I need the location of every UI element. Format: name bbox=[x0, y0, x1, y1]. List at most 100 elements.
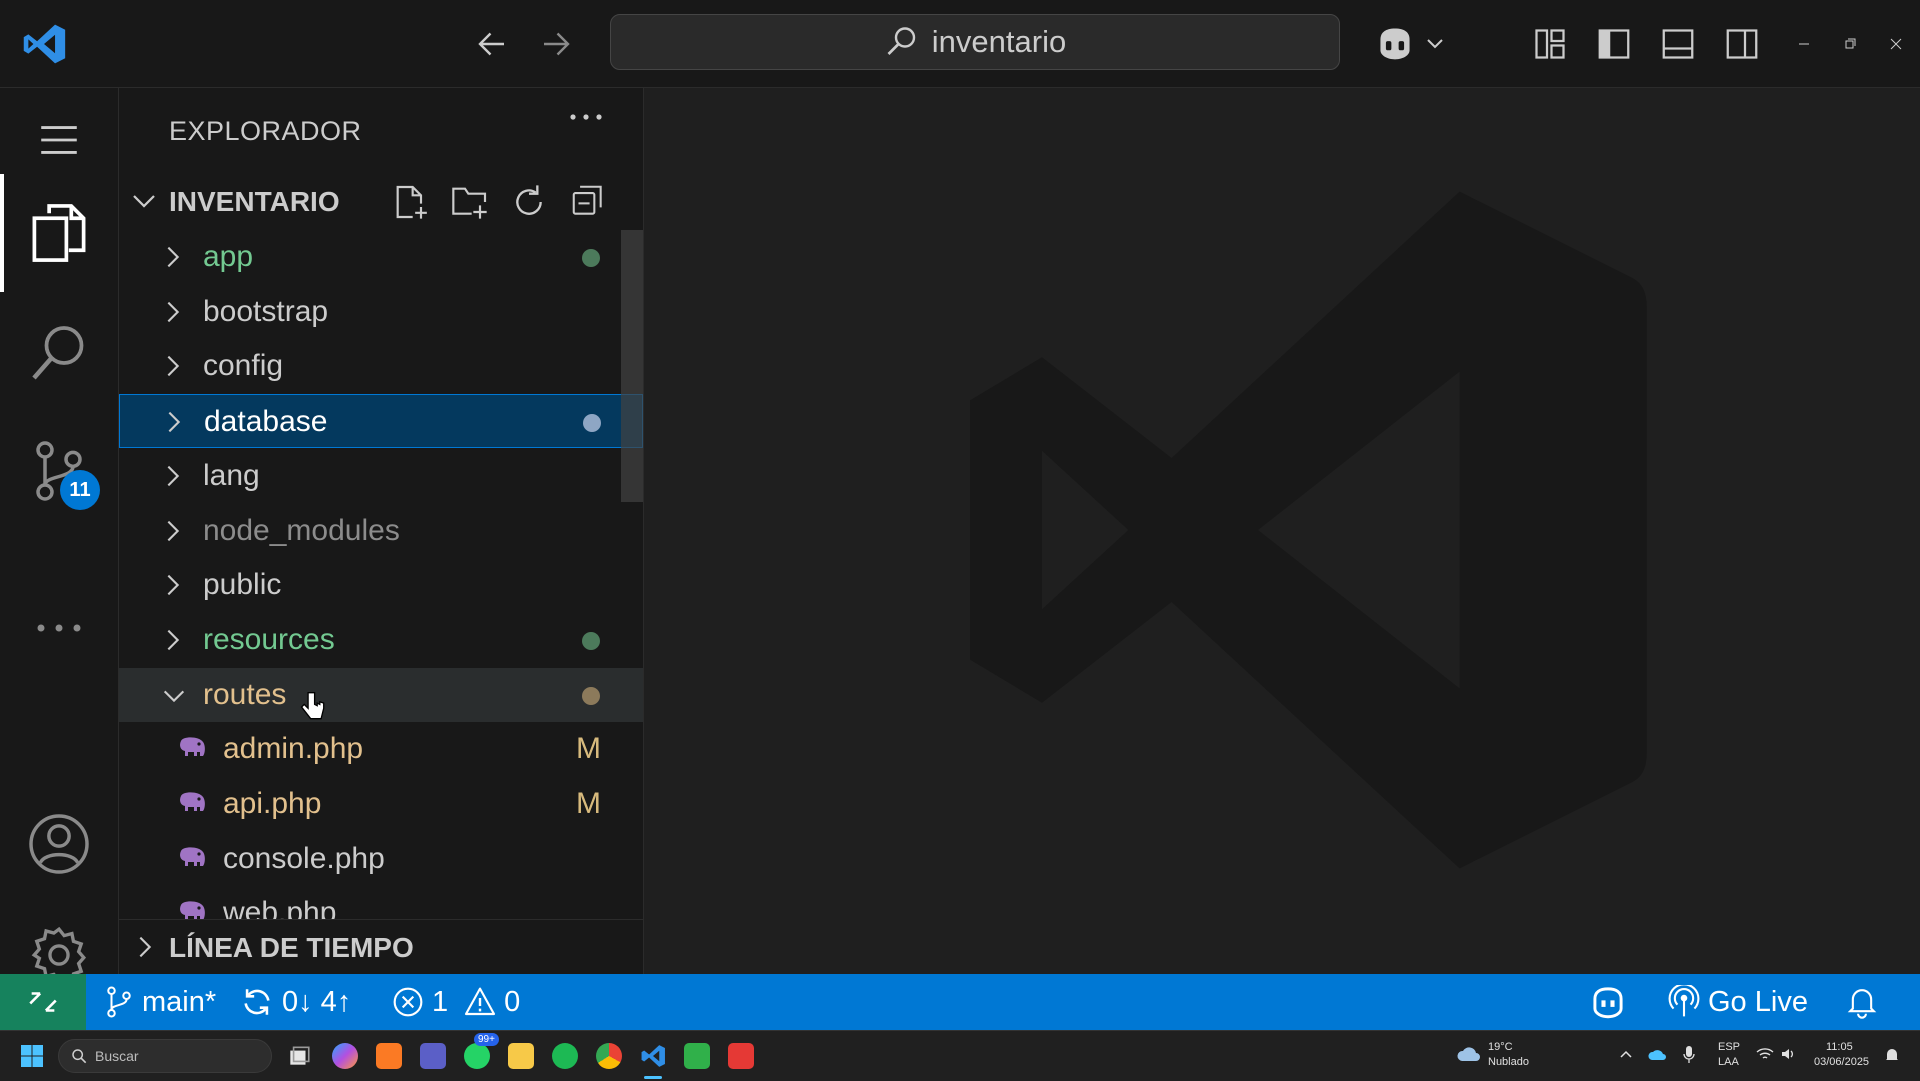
chevron-down-icon[interactable] bbox=[1420, 28, 1450, 58]
weather-desc: Nublado bbox=[1488, 1056, 1529, 1068]
tree-folder-item[interactable]: config bbox=[119, 339, 643, 393]
clock-date[interactable]: 03/06/2025 bbox=[1814, 1056, 1869, 1069]
chevron-right-icon bbox=[159, 516, 187, 546]
sync-status[interactable]: 0↓ 4↑ bbox=[240, 974, 351, 1030]
sync-icon bbox=[240, 985, 274, 1019]
tree-scrollbar[interactable] bbox=[621, 230, 643, 502]
weather-temp: 19°C bbox=[1488, 1041, 1513, 1053]
tree-folder-item[interactable]: public bbox=[119, 558, 643, 612]
tree-folder-item[interactable]: bootstrap bbox=[119, 285, 643, 339]
tree-file-item[interactable]: api.php M bbox=[119, 777, 643, 831]
vscode-app-icon[interactable] bbox=[640, 1043, 666, 1069]
close-icon[interactable] bbox=[1882, 30, 1910, 58]
problems-status[interactable]: 1 0 bbox=[392, 974, 520, 1030]
volume-icon[interactable] bbox=[1780, 1046, 1796, 1062]
customize-layout-icon[interactable] bbox=[1528, 22, 1572, 66]
minimize-icon[interactable] bbox=[1790, 30, 1818, 58]
new-file-icon[interactable] bbox=[391, 182, 431, 222]
chevron-right-icon bbox=[159, 242, 187, 272]
go-live-button[interactable]: Go Live bbox=[1668, 974, 1808, 1030]
new-folder-icon[interactable] bbox=[449, 182, 491, 222]
tree-folder-item[interactable]: lang bbox=[119, 449, 643, 503]
php-file-icon bbox=[177, 789, 209, 817]
task-view-icon[interactable] bbox=[286, 1043, 312, 1069]
workspace-title: INVENTARIO bbox=[169, 186, 340, 217]
tree-file-item[interactable]: console.php bbox=[119, 832, 643, 886]
keyboard-lang-bottom[interactable]: LAA bbox=[1718, 1056, 1739, 1069]
wifi-icon[interactable] bbox=[1756, 1046, 1774, 1062]
tree-folder-item[interactable]: database bbox=[119, 394, 643, 449]
explorer-sidebar: EXPLORADOR INVENTARIO app bootstrap config… bbox=[119, 88, 644, 974]
tree-folder-item[interactable]: resources bbox=[119, 613, 643, 667]
collapse-all-icon[interactable] bbox=[569, 182, 607, 220]
tree-item-label: lang bbox=[203, 458, 260, 492]
explorer-title: EXPLORADOR bbox=[169, 116, 362, 146]
toggle-secondary-sidebar-icon[interactable] bbox=[1720, 22, 1764, 66]
copilot-app-icon[interactable] bbox=[332, 1043, 358, 1069]
taskbar-search[interactable]: Buscar bbox=[58, 1039, 272, 1073]
clock-time[interactable]: 11:05 bbox=[1826, 1041, 1853, 1054]
tree-item-label: admin.php bbox=[223, 732, 364, 766]
chevron-up-icon[interactable] bbox=[1618, 1047, 1634, 1063]
restore-icon[interactable] bbox=[1836, 30, 1864, 58]
php-file-icon bbox=[177, 898, 209, 920]
forward-arrow-icon[interactable] bbox=[534, 22, 578, 66]
refresh-icon[interactable] bbox=[509, 182, 549, 222]
windows-start-icon[interactable] bbox=[20, 1044, 44, 1068]
hand-cursor-icon bbox=[299, 690, 325, 724]
onedrive-icon[interactable] bbox=[1648, 1047, 1668, 1063]
tree-file-item[interactable]: admin.php M bbox=[119, 722, 643, 776]
notification-center-icon[interactable] bbox=[1884, 1047, 1900, 1063]
branch-status[interactable]: main* bbox=[104, 974, 216, 1030]
modified-indicator-dot bbox=[582, 249, 600, 267]
php-file-icon bbox=[177, 734, 209, 762]
explorer-files-icon[interactable] bbox=[0, 180, 118, 286]
weather-icon[interactable] bbox=[1456, 1043, 1482, 1065]
whatsapp-badge: 99+ bbox=[474, 1033, 499, 1046]
tree-item-label: web.php bbox=[223, 896, 337, 920]
more-actions-icon[interactable] bbox=[569, 110, 603, 124]
recorder-app-icon[interactable] bbox=[728, 1043, 754, 1069]
source-control-icon[interactable] bbox=[0, 418, 118, 524]
toggle-primary-sidebar-icon[interactable] bbox=[1592, 22, 1636, 66]
tree-folder-item[interactable]: routes bbox=[119, 667, 643, 724]
toggle-panel-icon[interactable] bbox=[1656, 22, 1700, 66]
notifications-bell-icon[interactable] bbox=[1846, 974, 1878, 1030]
xampp-app-icon[interactable] bbox=[376, 1043, 402, 1069]
chevron-right-icon bbox=[159, 570, 187, 600]
remote-window-button[interactable] bbox=[0, 974, 86, 1030]
remote-icon bbox=[26, 985, 60, 1019]
copilot-icon[interactable] bbox=[1370, 20, 1420, 66]
tree-folder-item[interactable]: node_modules bbox=[119, 504, 643, 558]
tree-item-label: bootstrap bbox=[203, 294, 329, 328]
spotify-app-icon[interactable] bbox=[552, 1043, 578, 1069]
tree-file-item[interactable]: web.php bbox=[119, 886, 643, 920]
whatsapp-app-icon[interactable] bbox=[464, 1043, 490, 1069]
chrome-app-icon[interactable] bbox=[596, 1043, 622, 1069]
tree-folder-item[interactable]: app bbox=[119, 230, 643, 284]
taskbar-search-placeholder: Buscar bbox=[95, 1048, 139, 1064]
timeline-section-header[interactable]: LÍNEA DE TIEMPO bbox=[119, 919, 643, 974]
workspace-section-header[interactable]: INVENTARIO bbox=[119, 176, 643, 224]
tree-item-label: public bbox=[203, 568, 282, 602]
git-status-mark: M bbox=[576, 732, 601, 766]
tree-item-label: api.php bbox=[223, 787, 322, 820]
chevron-right-icon bbox=[131, 932, 159, 962]
active-app-indicator bbox=[644, 1076, 662, 1079]
microphone-icon[interactable] bbox=[1682, 1045, 1696, 1065]
modified-indicator-dot bbox=[583, 414, 601, 433]
accounts-icon[interactable] bbox=[0, 794, 118, 894]
chevron-right-icon bbox=[159, 461, 187, 491]
search-view-icon[interactable] bbox=[0, 300, 118, 406]
keyboard-lang-top[interactable]: ESP bbox=[1718, 1041, 1740, 1054]
more-views-icon[interactable] bbox=[0, 588, 118, 668]
sync-counts: 0↓ 4↑ bbox=[282, 985, 352, 1018]
camtasia-app-icon[interactable] bbox=[684, 1043, 710, 1069]
editor-area[interactable] bbox=[644, 88, 1920, 974]
command-center-search[interactable]: inventario bbox=[610, 14, 1340, 70]
back-arrow-icon[interactable] bbox=[470, 22, 514, 66]
teams-app-icon[interactable] bbox=[420, 1043, 446, 1069]
copilot-status[interactable] bbox=[1588, 974, 1628, 1030]
file-explorer-app-icon[interactable] bbox=[508, 1043, 534, 1069]
menu-icon[interactable] bbox=[0, 104, 118, 176]
